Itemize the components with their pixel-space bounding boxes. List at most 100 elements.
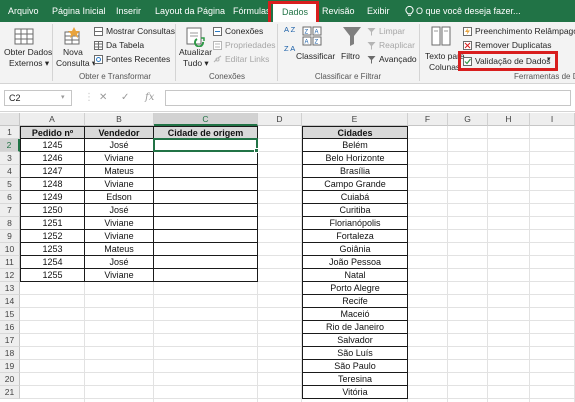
row-header-13[interactable]: 13 [0, 282, 20, 295]
tab-dados[interactable]: Dados [273, 3, 317, 22]
row-header-18[interactable]: 18 [0, 347, 20, 360]
row-header-8[interactable]: 8 [0, 217, 20, 230]
table-header-cell[interactable]: Cidade de origem [154, 126, 258, 139]
row-header-2[interactable]: 2 [0, 139, 20, 152]
city-cell[interactable]: Curitiba [302, 204, 408, 217]
row-header-10[interactable]: 10 [0, 243, 20, 256]
row-header-19[interactable]: 19 [0, 360, 20, 373]
origin-city-cell[interactable] [154, 230, 258, 243]
order-number-cell[interactable]: 1251 [20, 217, 85, 230]
order-number-cell[interactable]: 1253 [20, 243, 85, 256]
insert-function-icon[interactable]: fx [145, 90, 154, 106]
seller-cell[interactable]: José [85, 256, 154, 269]
row-header-12[interactable]: 12 [0, 269, 20, 282]
tab-formulas[interactable]: Fórmulas [233, 0, 271, 22]
seller-cell[interactable]: Viviane [85, 178, 154, 191]
column-header-b[interactable]: B [85, 113, 154, 126]
city-cell[interactable]: Teresina [302, 373, 408, 386]
enter-icon[interactable]: ✓ [121, 90, 129, 106]
order-number-cell[interactable]: 1246 [20, 152, 85, 165]
row-header-15[interactable]: 15 [0, 308, 20, 321]
table-header-cell[interactable]: Pedido nº [20, 126, 85, 139]
row-header-7[interactable]: 7 [0, 204, 20, 217]
origin-city-cell[interactable] [154, 269, 258, 282]
tab-pagina-inicial[interactable]: Página Inicial [52, 0, 106, 22]
row-header-20[interactable]: 20 [0, 373, 20, 386]
column-header-e[interactable]: E [302, 113, 408, 126]
origin-city-cell[interactable] [154, 165, 258, 178]
formula-input[interactable] [165, 90, 571, 106]
city-cell[interactable]: Salvador [302, 334, 408, 347]
seller-cell[interactable]: José [85, 139, 154, 152]
origin-city-cell[interactable] [154, 243, 258, 256]
city-cell[interactable]: Belém [302, 139, 408, 152]
city-cell[interactable]: Goiânia [302, 243, 408, 256]
tab-exibir[interactable]: Exibir [367, 0, 390, 22]
origin-city-cell[interactable] [154, 152, 258, 165]
city-cell[interactable]: Florianópolis [302, 217, 408, 230]
seller-cell[interactable]: Viviane [85, 217, 154, 230]
origin-city-cell[interactable] [154, 178, 258, 191]
tab-layout-da-pagina[interactable]: Layout da Página [155, 0, 225, 22]
cities-header-cell[interactable]: Cidades [302, 126, 408, 139]
row-header-17[interactable]: 17 [0, 334, 20, 347]
select-all-corner[interactable] [0, 113, 20, 126]
row-header-5[interactable]: 5 [0, 178, 20, 191]
origin-city-cell[interactable] [154, 204, 258, 217]
cancel-icon[interactable]: ✕ [99, 90, 107, 106]
origin-city-cell[interactable] [154, 139, 258, 152]
city-cell[interactable]: São Luís [302, 347, 408, 360]
tab-inserir[interactable]: Inserir [116, 0, 141, 22]
row-header-6[interactable]: 6 [0, 191, 20, 204]
city-cell[interactable]: Natal [302, 269, 408, 282]
order-number-cell[interactable]: 1249 [20, 191, 85, 204]
city-cell[interactable]: Maceió [302, 308, 408, 321]
order-number-cell[interactable]: 1250 [20, 204, 85, 217]
column-header-g[interactable]: G [448, 113, 488, 126]
city-cell[interactable]: Campo Grande [302, 178, 408, 191]
column-header-c[interactable]: C [154, 113, 258, 126]
row-header-14[interactable]: 14 [0, 295, 20, 308]
city-cell[interactable]: Rio de Janeiro [302, 321, 408, 334]
seller-cell[interactable]: Edson [85, 191, 154, 204]
fill-handle[interactable] [254, 148, 259, 153]
column-header-h[interactable]: H [488, 113, 530, 126]
origin-city-cell[interactable] [154, 191, 258, 204]
seller-cell[interactable]: Viviane [85, 152, 154, 165]
chevron-down-icon[interactable]: ▾ [61, 90, 65, 106]
order-number-cell[interactable]: 1255 [20, 269, 85, 282]
column-header-f[interactable]: F [408, 113, 448, 126]
city-cell[interactable]: São Paulo [302, 360, 408, 373]
city-cell[interactable]: Porto Alegre [302, 282, 408, 295]
city-cell[interactable]: Fortaleza [302, 230, 408, 243]
seller-cell[interactable]: Mateus [85, 243, 154, 256]
order-number-cell[interactable]: 1254 [20, 256, 85, 269]
order-number-cell[interactable]: 1248 [20, 178, 85, 191]
row-header-3[interactable]: 3 [0, 152, 20, 165]
row-header-9[interactable]: 9 [0, 230, 20, 243]
column-header-i[interactable]: I [530, 113, 575, 126]
order-number-cell[interactable]: 1245 [20, 139, 85, 152]
row-header-21[interactable]: 21 [0, 386, 20, 399]
tab-revisao[interactable]: Revisão [322, 0, 355, 22]
order-number-cell[interactable]: 1247 [20, 165, 85, 178]
city-cell[interactable]: Brasília [302, 165, 408, 178]
tab-arquivo[interactable]: Arquivo [8, 0, 39, 22]
spreadsheet-grid[interactable]: ABCDEFGHI 1 2 3 4 5 6 7 8 9 10 11 12 13 14 15 16 17 18 19 2… [0, 113, 575, 402]
city-cell[interactable]: Recife [302, 295, 408, 308]
order-number-cell[interactable]: 1252 [20, 230, 85, 243]
row-header-11[interactable]: 11 [0, 256, 20, 269]
seller-cell[interactable]: Viviane [85, 230, 154, 243]
seller-cell[interactable]: José [85, 204, 154, 217]
column-header-a[interactable]: A [20, 113, 85, 126]
city-cell[interactable]: Vitória [302, 386, 408, 399]
city-cell[interactable]: Cuiabá [302, 191, 408, 204]
origin-city-cell[interactable] [154, 217, 258, 230]
city-cell[interactable]: Belo Horizonte [302, 152, 408, 165]
row-header-1[interactable]: 1 [0, 126, 20, 139]
city-cell[interactable]: João Pessoa [302, 256, 408, 269]
row-header-16[interactable]: 16 [0, 321, 20, 334]
tell-me-search[interactable]: O que você deseja fazer... [416, 0, 521, 22]
table-header-cell[interactable]: Vendedor [85, 126, 154, 139]
column-header-d[interactable]: D [258, 113, 302, 126]
